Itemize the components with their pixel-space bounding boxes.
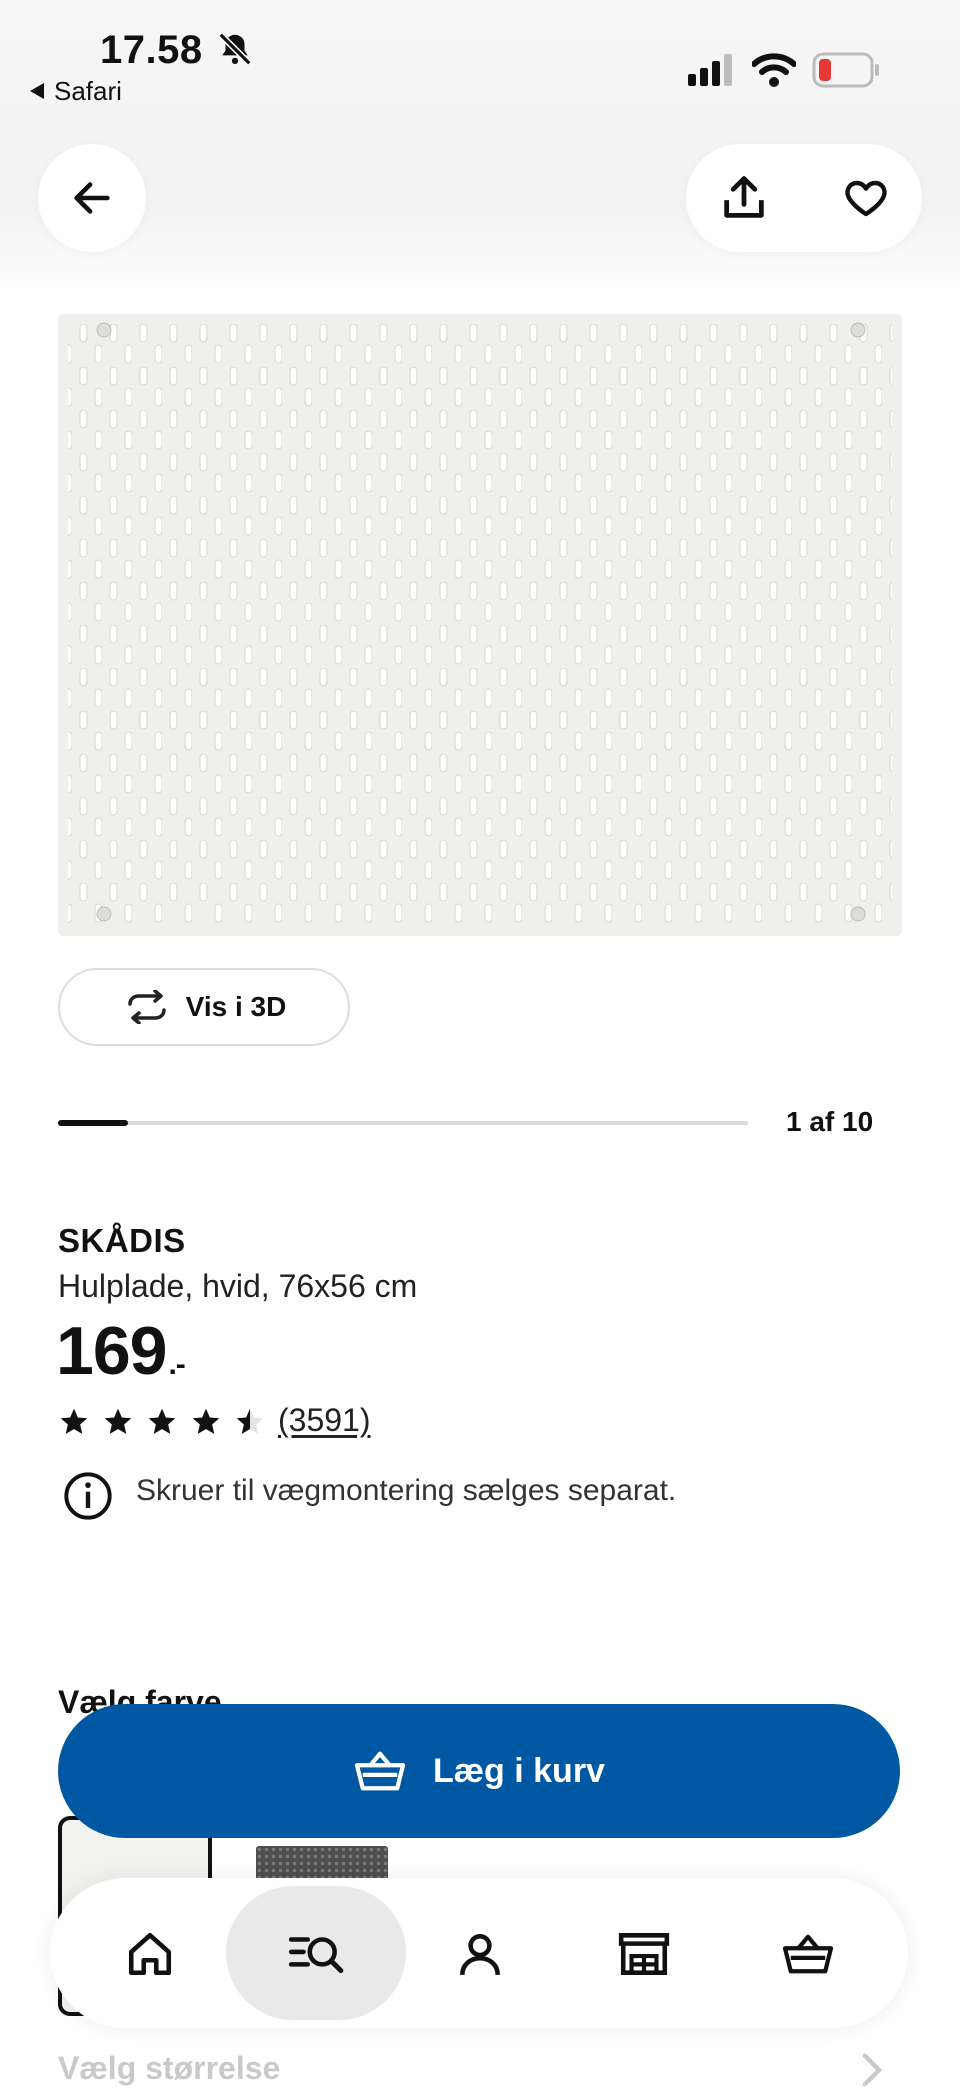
header-actions	[686, 144, 922, 252]
star-icon	[104, 1408, 132, 1434]
price-value: 169	[56, 1313, 167, 1389]
heart-icon	[845, 180, 887, 217]
info-icon	[64, 1472, 112, 1520]
home-icon	[128, 1932, 172, 1976]
back-button[interactable]	[38, 144, 146, 252]
add-to-cart-button[interactable]: Læg i kurv	[58, 1704, 900, 1838]
bell-slash-icon	[218, 32, 252, 66]
star-half-icon	[236, 1408, 264, 1434]
wifi-icon	[752, 53, 796, 87]
nav-profile[interactable]	[430, 1904, 530, 2004]
gallery-progress-fill	[58, 1120, 128, 1126]
product-price: 169.-	[56, 1312, 186, 1390]
price-suffix: .-	[168, 1348, 185, 1381]
basket-icon	[782, 1934, 834, 1974]
product-image[interactable]	[58, 314, 902, 936]
battery-low-icon	[812, 52, 879, 88]
status-time-text: 17.58	[100, 28, 203, 72]
status-time: 17.58	[100, 28, 254, 73]
search-list-icon	[288, 1937, 344, 1974]
star-icon	[148, 1408, 176, 1434]
view-3d-label: Vis i 3D	[185, 991, 287, 1022]
reviews-link[interactable]: (3591)	[278, 1402, 371, 1439]
product-name: SKÅDIS	[58, 1222, 186, 1259]
basket-icon	[354, 1751, 406, 1791]
star-icon	[192, 1408, 220, 1434]
nav-cart[interactable]	[758, 1904, 858, 2004]
choose-size-heading[interactable]: Vælg størrelse	[58, 2050, 280, 2087]
view-3d-button[interactable]: Vis i 3D	[58, 968, 350, 1046]
star-icon	[60, 1408, 88, 1434]
gallery-counter: 1 af 10	[786, 1106, 874, 1137]
arrow-left-icon	[74, 182, 110, 214]
back-triangle-icon	[30, 83, 44, 100]
product-description: Hulplade, hvid, 76x56 cm	[58, 1268, 418, 1304]
rotate-3d-icon	[127, 990, 166, 1024]
back-app-label: Safari	[54, 76, 122, 106]
store-icon	[618, 1933, 670, 1975]
rating-stars[interactable]	[58, 1406, 266, 1438]
profile-icon	[460, 1934, 500, 1976]
add-to-cart-label: Læg i kurv	[433, 1751, 605, 1790]
cellular-signal-icon	[688, 54, 732, 86]
share-icon	[724, 176, 764, 218]
favorite-button[interactable]	[842, 174, 890, 222]
back-to-app-link[interactable]: Safari	[30, 76, 122, 107]
share-button[interactable]	[718, 172, 770, 224]
gallery-progress-track	[58, 1121, 748, 1125]
notice-text: Skruer til vægmontering sælges separat.	[136, 1474, 677, 1507]
nav-stores[interactable]	[594, 1904, 694, 2004]
nav-home[interactable]	[100, 1904, 200, 2004]
chevron-right-icon	[862, 2053, 883, 2087]
nav-search[interactable]	[266, 1904, 366, 2004]
pegboard-picture	[58, 314, 902, 936]
